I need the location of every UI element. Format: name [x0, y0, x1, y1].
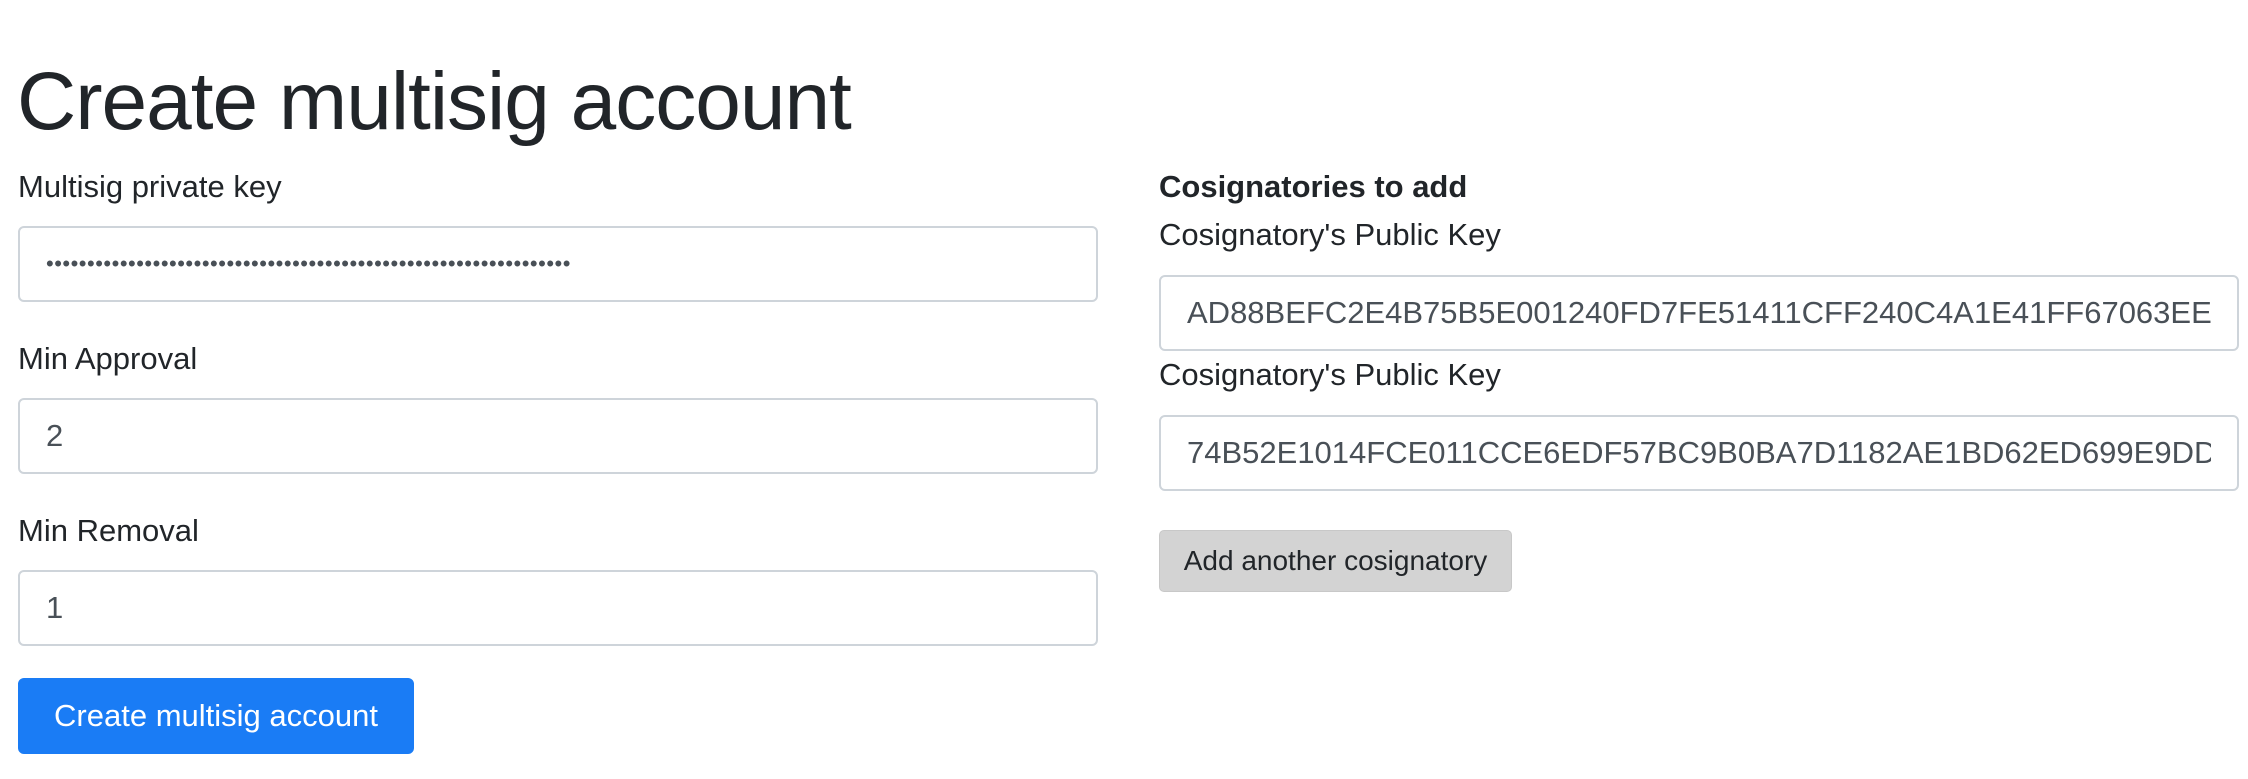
private-key-label: Multisig private key	[18, 169, 282, 204]
min-removal-group: Min Removal	[18, 508, 1098, 680]
cosignatory-key-input[interactable]	[1159, 415, 2239, 491]
cosignatories-section: Cosignatories to add Cosignatory's Publi…	[1159, 164, 2239, 492]
private-key-input[interactable]	[18, 226, 1098, 302]
min-removal-label: Min Removal	[18, 513, 199, 548]
page-title: Create multisig account	[17, 56, 852, 147]
min-removal-input[interactable]	[18, 570, 1098, 646]
create-multisig-button[interactable]: Create multisig account	[18, 678, 414, 754]
min-approval-input[interactable]	[18, 398, 1098, 474]
cosignatory-item: Cosignatory's Public Key	[1159, 352, 2239, 492]
cosignatory-key-label: Cosignatory's Public Key	[1159, 357, 1501, 392]
private-key-group: Multisig private key	[18, 164, 1098, 336]
page: Create multisig account Multisig private…	[0, 0, 2248, 779]
cosignatory-key-label: Cosignatory's Public Key	[1159, 217, 1501, 252]
min-approval-group: Min Approval	[18, 336, 1098, 508]
cosignatory-item: Cosignatory's Public Key	[1159, 212, 2239, 352]
min-approval-label: Min Approval	[18, 341, 198, 376]
cosignatories-heading: Cosignatories to add	[1159, 169, 1468, 204]
multisig-form: Multisig private key Min Approval Min Re…	[18, 164, 1098, 680]
add-cosignatory-button[interactable]: Add another cosignatory	[1159, 530, 1512, 592]
cosignatory-key-input[interactable]	[1159, 275, 2239, 351]
